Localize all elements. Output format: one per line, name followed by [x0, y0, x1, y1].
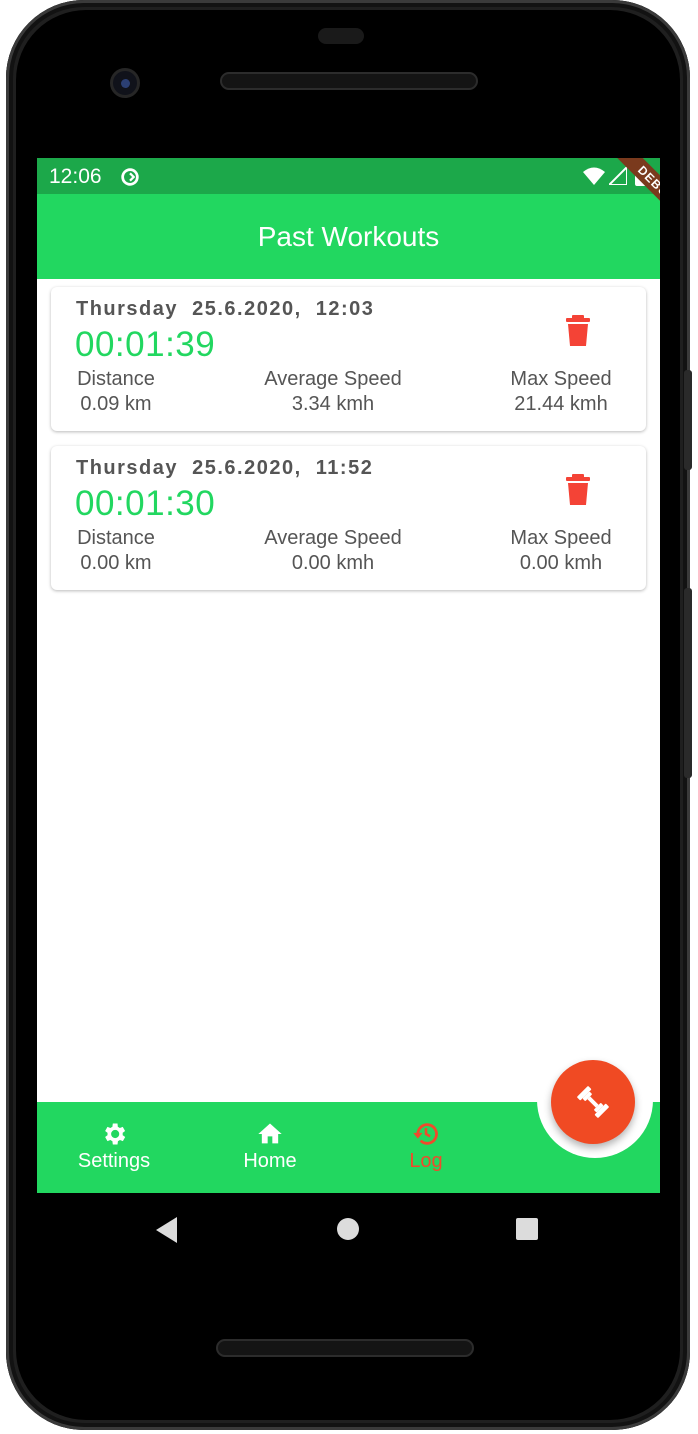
- average-speed-value: 3.34 kmh: [291, 393, 375, 415]
- workout-date: Thursday 25.6.2020, 12:03: [76, 298, 375, 320]
- nav-item-home[interactable]: Home: [215, 1120, 325, 1173]
- front-camera: [110, 68, 140, 98]
- earpiece: [318, 28, 364, 44]
- average-speed-stat: Average Speed 3.34 kmh: [261, 368, 405, 416]
- status-bar: 12:06: [37, 158, 660, 194]
- workout-card[interactable]: Thursday 25.6.2020, 11:52 00:01:30 Dista…: [51, 446, 646, 590]
- start-workout-fab[interactable]: [551, 1060, 635, 1144]
- workout-duration: 00:01:30: [75, 484, 216, 523]
- distance-value: 0.09 km: [80, 393, 152, 415]
- max-speed-value: 21.44 kmh: [514, 393, 608, 415]
- app-screen: 12:06 Past Workouts DEBUG Thursday 25.6.…: [37, 158, 660, 1193]
- average-speed-label: Average Speed: [264, 368, 402, 390]
- workout-card[interactable]: Thursday 25.6.2020, 12:03 00:01:39 Dista…: [51, 287, 646, 431]
- top-speaker: [220, 72, 478, 90]
- status-time: 12:06: [49, 165, 102, 188]
- home-icon: [258, 1123, 282, 1144]
- bottom-speaker: [216, 1339, 474, 1357]
- nav-item-settings[interactable]: Settings: [59, 1120, 169, 1173]
- max-speed-stat: Max Speed 21.44 kmh: [505, 368, 617, 416]
- app-bar: Past Workouts: [37, 194, 660, 279]
- gear-icon: [105, 1123, 126, 1145]
- distance-stat: Distance 0.09 km: [75, 368, 157, 416]
- max-speed-label: Max Speed: [510, 368, 612, 390]
- nav-item-log[interactable]: Log: [371, 1120, 481, 1173]
- workout-date: Thursday 25.6.2020, 11:52: [76, 457, 374, 479]
- nav-label-log: Log: [409, 1150, 443, 1172]
- distance-label: Distance: [77, 368, 155, 390]
- average-speed-label: Average Speed: [264, 527, 402, 549]
- page-title: Past Workouts: [257, 220, 440, 252]
- home-circle-icon[interactable]: [337, 1218, 359, 1240]
- trash-icon[interactable]: [565, 315, 591, 347]
- history-icon: [413, 1123, 438, 1145]
- max-speed-label: Max Speed: [510, 527, 612, 549]
- distance-stat: Distance 0.00 km: [75, 527, 157, 575]
- workout-duration: 00:01:39: [75, 325, 216, 364]
- workout-list: Thursday 25.6.2020, 12:03 00:01:39 Dista…: [51, 287, 646, 605]
- volume-button: [684, 370, 692, 470]
- nav-label-home: Home: [243, 1150, 297, 1172]
- recents-square-icon[interactable]: [516, 1218, 538, 1240]
- nav-label-settings: Settings: [77, 1150, 151, 1172]
- average-speed-value: 0.00 kmh: [291, 552, 375, 574]
- distance-value: 0.00 km: [80, 552, 152, 574]
- sync-circle-icon: [121, 168, 139, 186]
- max-speed-stat: Max Speed 0.00 kmh: [505, 527, 617, 575]
- max-speed-value: 0.00 kmh: [519, 552, 603, 574]
- power-button: [684, 588, 692, 778]
- dumbbell-icon: [577, 1086, 609, 1118]
- back-triangle-icon[interactable]: [155, 1216, 179, 1244]
- distance-label: Distance: [77, 527, 155, 549]
- wifi-icon: [583, 167, 605, 185]
- cell-signal-icon: [609, 167, 627, 185]
- trash-icon[interactable]: [565, 474, 591, 506]
- average-speed-stat: Average Speed 0.00 kmh: [261, 527, 405, 575]
